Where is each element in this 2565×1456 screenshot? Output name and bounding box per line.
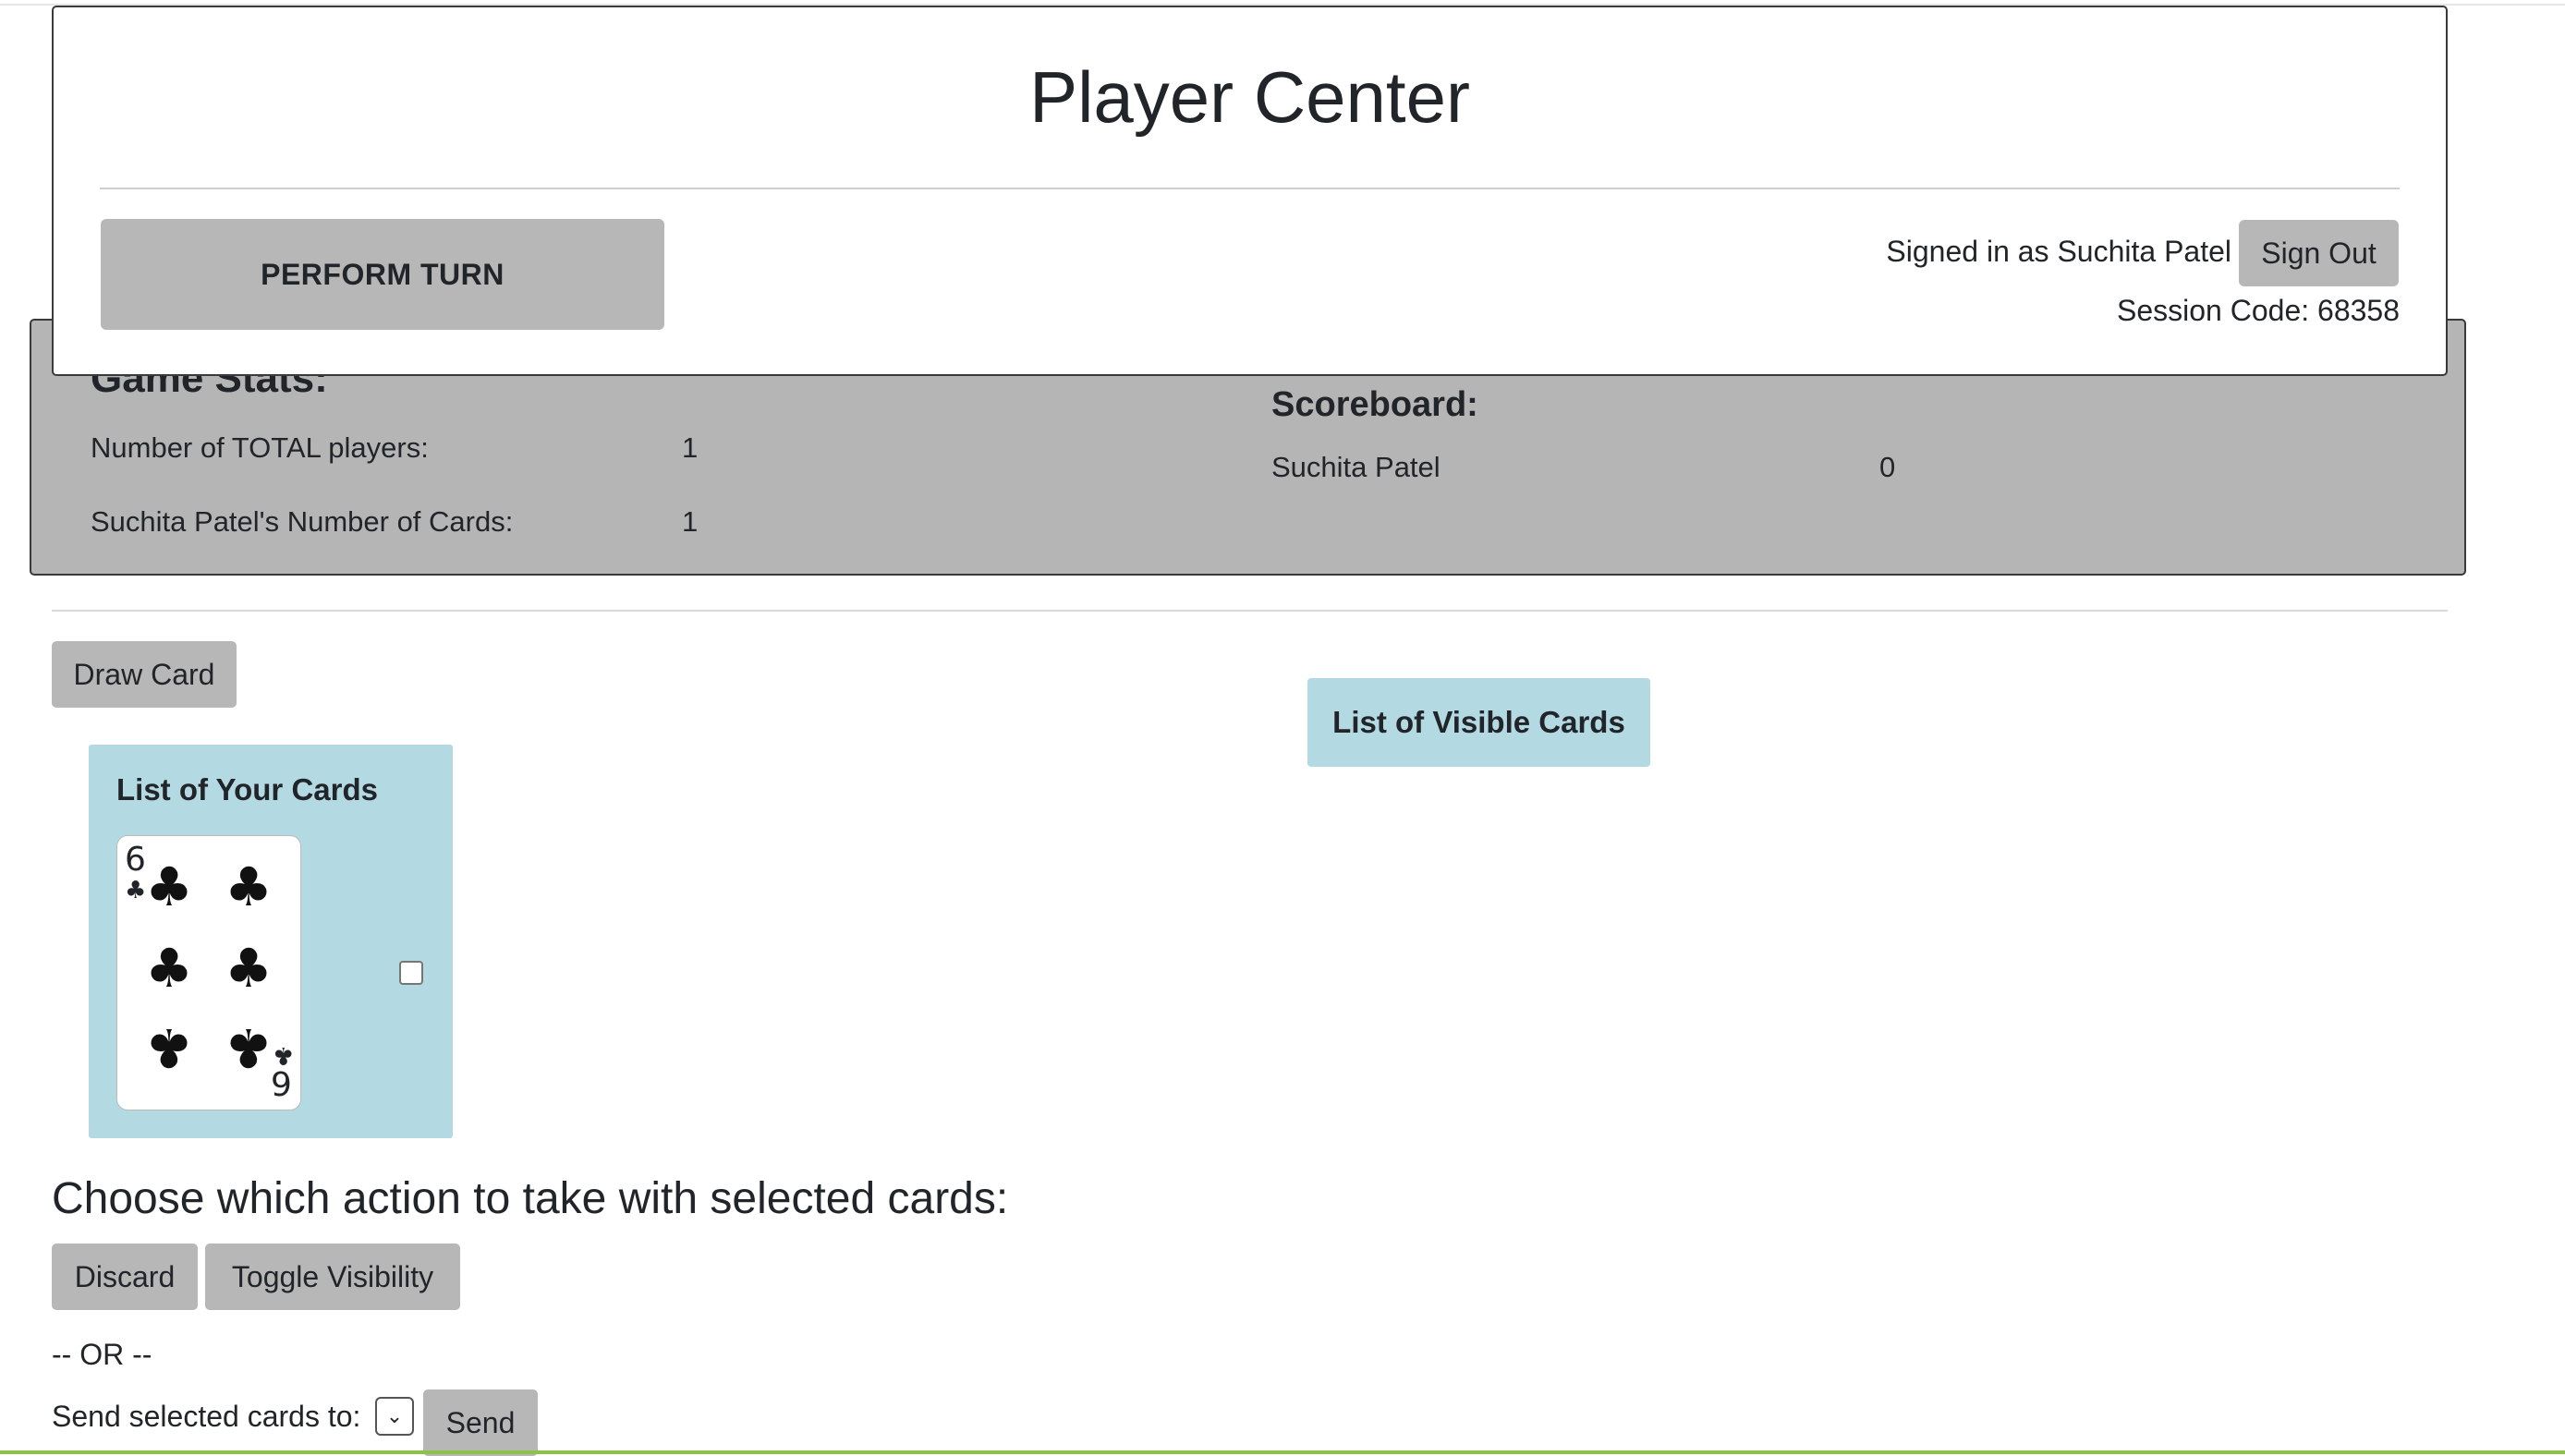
scoreboard-player-name: Suchita Patel — [1271, 451, 1441, 483]
player-card-count-value: 1 — [682, 505, 699, 538]
club-icon: ♣ — [225, 855, 273, 918]
club-icon: ♣ — [145, 937, 193, 1000]
your-cards-panel: List of Your Cards 6 ♣ ♣ ♣ ♣ ♣ ♣ ♣ ♣ 6 — [89, 745, 453, 1138]
draw-card-button[interactable]: Draw Card — [52, 641, 237, 708]
recipient-select[interactable]: ⌄ — [375, 1397, 414, 1436]
session-code: Session Code: 68358 — [2117, 294, 2400, 327]
perform-turn-button[interactable]: PERFORM TURN — [101, 219, 664, 330]
bottom-border — [0, 1450, 2565, 1454]
actions-heading: Choose which action to take with selecte… — [52, 1174, 1009, 1223]
scoreboard-title: Scoreboard: — [1271, 385, 1478, 424]
send-button[interactable]: Send — [423, 1389, 538, 1456]
your-cards-title: List of Your Cards — [116, 772, 378, 807]
card-rank-bottom: 6 — [271, 1063, 292, 1101]
club-icon: ♣ — [225, 937, 273, 1000]
club-icon: ♣ — [125, 877, 147, 904]
six-of-clubs-card[interactable]: 6 ♣ ♣ ♣ ♣ ♣ ♣ ♣ ♣ 6 — [116, 835, 301, 1110]
signed-in-text: Signed in as Suchita Patel — [1886, 235, 2231, 268]
club-icon: ♣ — [145, 855, 193, 918]
card-rank-top: 6 — [125, 841, 146, 879]
chevron-down-icon: ⌄ — [385, 1404, 404, 1427]
section-divider — [52, 610, 2448, 612]
player-center-header: Player Center PERFORM TURN Signed in as … — [52, 6, 2448, 376]
total-players-value: 1 — [682, 431, 699, 464]
sign-out-button[interactable]: Sign Out — [2239, 220, 2399, 286]
send-to-label: Send selected cards to: — [52, 1400, 361, 1433]
club-icon: ♣ — [225, 1016, 273, 1079]
visible-cards-panel: List of Visible Cards — [1307, 678, 1650, 767]
or-separator: -- OR -- — [52, 1338, 152, 1371]
scoreboard-player-score: 0 — [1879, 451, 1896, 483]
page-title: Player Center — [1029, 56, 1470, 138]
total-players-label: Number of TOTAL players: — [91, 431, 429, 464]
club-icon: ♣ — [145, 1016, 193, 1079]
player-card-count-label: Suchita Patel's Number of Cards: — [91, 505, 514, 538]
card-select-checkbox[interactable] — [399, 961, 423, 985]
header-divider — [100, 188, 2400, 189]
discard-button[interactable]: Discard — [52, 1244, 198, 1310]
toggle-visibility-button[interactable]: Toggle Visibility — [205, 1244, 460, 1310]
